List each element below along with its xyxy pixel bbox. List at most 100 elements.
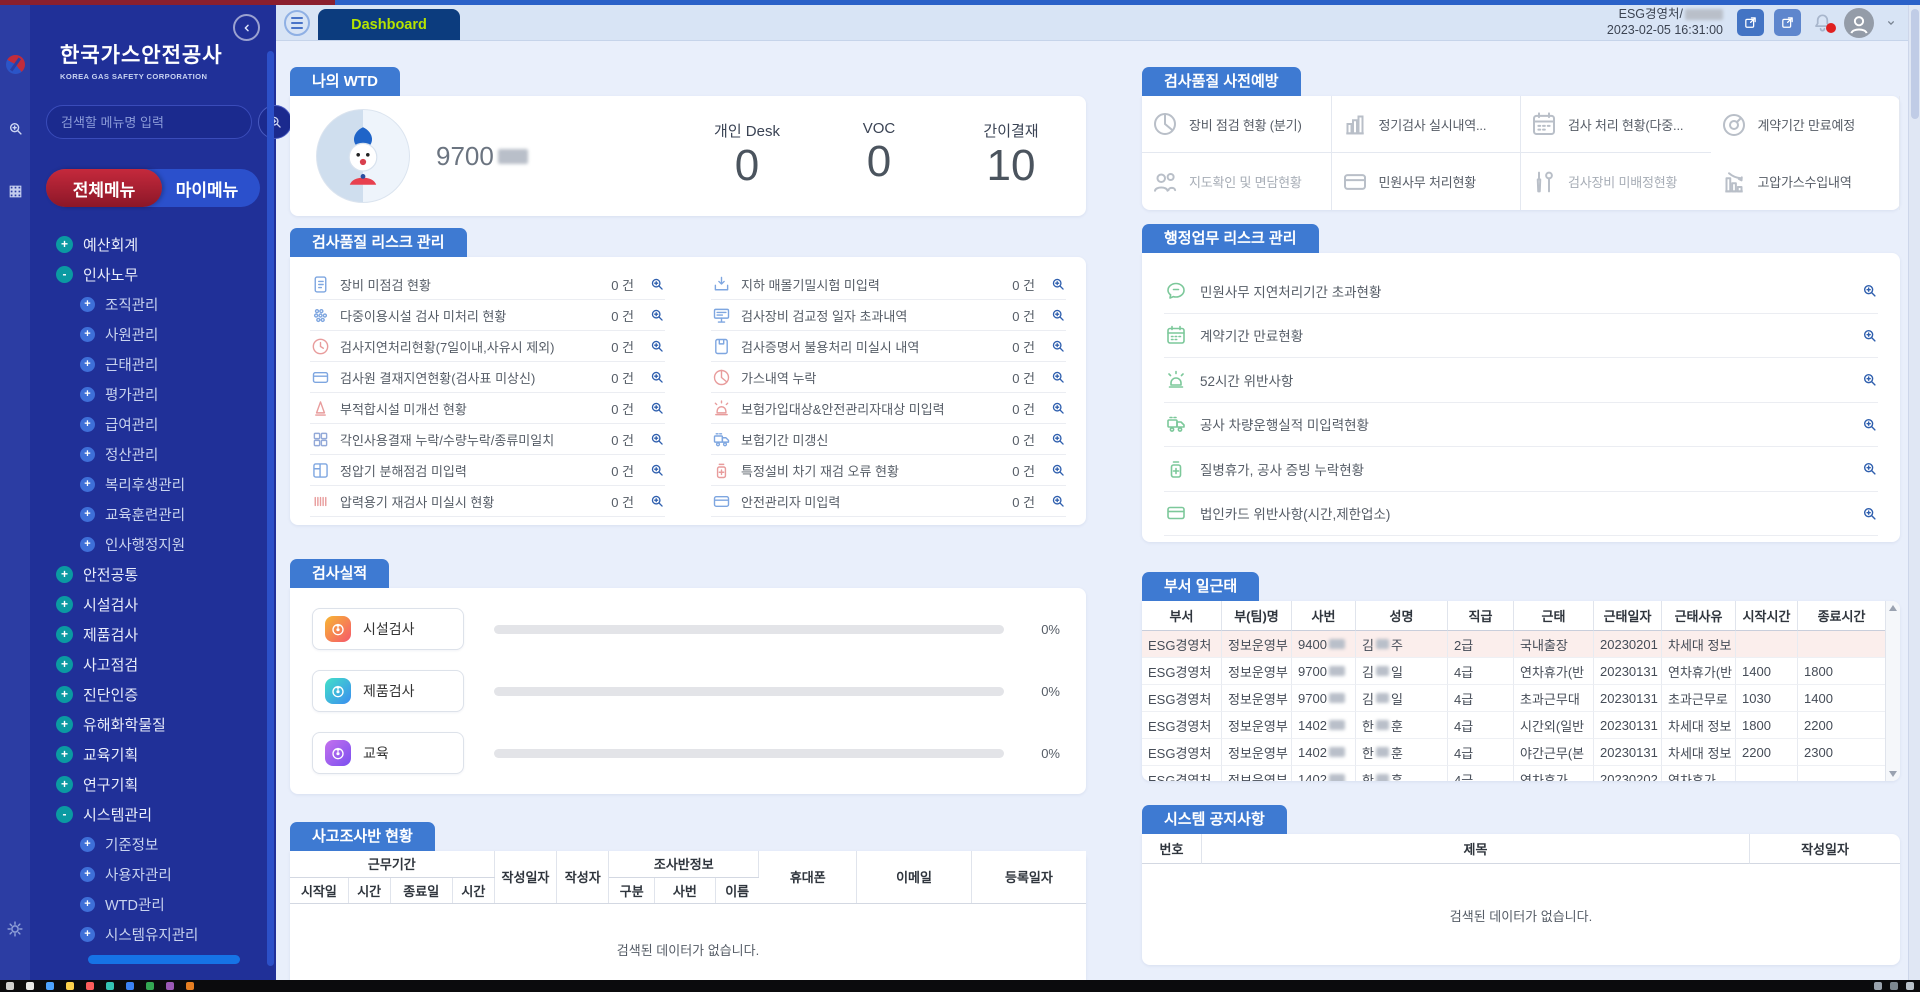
expand-toggle-icon[interactable]: - — [56, 806, 73, 823]
expand-toggle-icon[interactable]: + — [56, 686, 73, 703]
chevron-down-icon[interactable] — [1884, 16, 1898, 30]
attendance-row[interactable]: ESG경영처 정보운영부 1402 한훈 4급 시간외(일반 20230131 … — [1142, 712, 1885, 739]
expand-toggle-icon[interactable]: + — [80, 837, 95, 852]
search-icon[interactable] — [7, 120, 24, 137]
sidebar-menu-item[interactable]: + 진단인증 — [56, 679, 276, 709]
prevention-tile[interactable]: 지도확인 및 면담현황 — [1142, 153, 1332, 210]
expand-toggle-icon[interactable]: + — [80, 327, 95, 342]
sidebar-menu-item[interactable]: + 사용자관리 — [56, 859, 276, 889]
menu-search-input[interactable] — [46, 105, 252, 139]
zoom-detail-button[interactable] — [649, 307, 665, 323]
zoom-detail-button[interactable] — [649, 462, 665, 478]
zoom-detail-button[interactable] — [1050, 307, 1066, 323]
sidebar-menu-item[interactable]: + 급여관리 — [56, 409, 276, 439]
zoom-detail-button[interactable] — [1861, 416, 1878, 433]
table-scrollbar[interactable] — [1885, 601, 1900, 781]
zoom-detail-button[interactable] — [1861, 505, 1878, 522]
sidebar-menu-item[interactable]: + 인사행정지원 — [56, 529, 276, 559]
page-scrollbar-thumb[interactable] — [1911, 9, 1919, 119]
sidebar-menu-item[interactable]: + 교육기획 — [56, 739, 276, 769]
prevention-tile[interactable]: 검사 처리 현황(다중... — [1521, 96, 1711, 153]
sidebar-menu-item[interactable]: + 시스템유지관리 — [56, 919, 276, 949]
performance-category-button[interactable]: 제품검사 — [312, 670, 464, 712]
sidebar-menu-item[interactable]: + 교육훈련관리 — [56, 499, 276, 529]
hamburger-menu-icon[interactable] — [284, 10, 310, 36]
zoom-detail-button[interactable] — [1050, 400, 1066, 416]
expand-toggle-icon[interactable]: + — [80, 447, 95, 462]
zoom-detail-button[interactable] — [1861, 327, 1878, 344]
expand-toggle-icon[interactable]: - — [56, 266, 73, 283]
expand-toggle-icon[interactable]: + — [56, 746, 73, 763]
prevention-tile[interactable]: 민원사무 처리현황 — [1332, 153, 1522, 210]
page-scrollbar[interactable] — [1908, 5, 1920, 980]
performance-category-button[interactable]: 교육 — [312, 732, 464, 774]
performance-category-button[interactable]: 시설검사 — [312, 608, 464, 650]
sidebar-menu-item[interactable]: + 연구기획 — [56, 769, 276, 799]
sidebar-collapse-button[interactable] — [233, 14, 260, 41]
sidebar-menu-item[interactable]: + 사원관리 — [56, 319, 276, 349]
sidebar-menu-item[interactable]: + 유해화학물질 — [56, 709, 276, 739]
sidebar-menu-item[interactable]: + 제품검사 — [56, 619, 276, 649]
expand-toggle-icon[interactable]: + — [56, 656, 73, 673]
zoom-detail-button[interactable] — [1861, 282, 1878, 299]
zoom-detail-button[interactable] — [1050, 493, 1066, 509]
tab-my-menu[interactable]: 마이메뉴 — [154, 169, 260, 207]
stat-value[interactable]: 0 — [844, 137, 914, 188]
zoom-detail-button[interactable] — [649, 431, 665, 447]
expand-toggle-icon[interactable]: + — [56, 716, 73, 733]
zoom-detail-button[interactable] — [649, 400, 665, 416]
sidebar-menu-item[interactable]: + 사고점검 — [56, 649, 276, 679]
expand-toggle-icon[interactable]: + — [56, 626, 73, 643]
sidebar-menu-item[interactable]: + 예산회계 — [56, 229, 276, 259]
avatar[interactable] — [1844, 8, 1874, 38]
prevention-tile[interactable]: 정기검사 실시내역... — [1332, 96, 1522, 153]
prevention-tile[interactable]: 고압가스수입내역 — [1711, 153, 1901, 210]
zoom-detail-button[interactable] — [1861, 371, 1878, 388]
expand-toggle-icon[interactable]: + — [80, 357, 95, 372]
prevention-tile[interactable]: 장비 점검 현황 (분기) — [1142, 96, 1332, 153]
zoom-detail-button[interactable] — [1050, 338, 1066, 354]
zoom-detail-button[interactable] — [1050, 462, 1066, 478]
expand-toggle-icon[interactable]: + — [80, 507, 95, 522]
expand-toggle-icon[interactable]: + — [80, 387, 95, 402]
tab-dashboard[interactable]: Dashboard — [318, 9, 460, 40]
expand-toggle-icon[interactable]: + — [80, 867, 95, 882]
open-window-button[interactable] — [1737, 9, 1764, 36]
expand-toggle-icon[interactable]: + — [80, 477, 95, 492]
sidebar-vertical-scrollbar[interactable] — [267, 51, 274, 966]
expand-toggle-icon[interactable]: + — [80, 417, 95, 432]
expand-toggle-icon[interactable]: + — [80, 927, 95, 942]
zoom-detail-button[interactable] — [649, 493, 665, 509]
expand-toggle-icon[interactable]: + — [80, 537, 95, 552]
apps-grid-icon[interactable] — [7, 183, 24, 200]
attendance-row[interactable]: ESG경영처 정보운영부 9700 김일 4급 연차휴가(반 20230131 … — [1142, 658, 1885, 685]
sidebar-menu-item[interactable]: + 근태관리 — [56, 349, 276, 379]
tab-all-menu[interactable]: 전체메뉴 — [46, 169, 162, 207]
sidebar-menu-item[interactable]: + 기준정보 — [56, 829, 276, 859]
zoom-detail-button[interactable] — [649, 276, 665, 292]
sidebar-menu-item[interactable]: + 정산관리 — [56, 439, 276, 469]
expand-toggle-icon[interactable]: + — [80, 297, 95, 312]
attendance-row[interactable]: ESG경영처 정보운영부 1402 한훈 4급 야간근무(본 20230131 … — [1142, 739, 1885, 766]
zoom-detail-button[interactable] — [1050, 276, 1066, 292]
stat-value[interactable]: 0 — [712, 141, 782, 192]
expand-toggle-icon[interactable]: + — [56, 776, 73, 793]
settings-gear-icon[interactable] — [4, 918, 26, 940]
open-popup-button[interactable] — [1774, 9, 1801, 36]
attendance-row[interactable]: ESG경영처 정보운영부 9400 김주 2급 국내출장 20230201 차세… — [1142, 631, 1885, 658]
expand-toggle-icon[interactable]: + — [56, 566, 73, 583]
zoom-detail-button[interactable] — [1050, 431, 1066, 447]
sidebar-menu-item[interactable]: - 시스템관리 — [56, 799, 276, 829]
attendance-row[interactable]: ESG경영처 정보운영부 1402 한훈 4급 연차휴가 20230202 연차… — [1142, 766, 1885, 781]
scroll-down-arrow[interactable] — [1889, 771, 1897, 777]
zoom-detail-button[interactable] — [649, 338, 665, 354]
scroll-up-arrow[interactable] — [1889, 605, 1897, 611]
sidebar-menu-item[interactable]: + WTD관리 — [56, 889, 276, 919]
zoom-detail-button[interactable] — [649, 369, 665, 385]
sidebar-menu-item[interactable]: + 안전공통 — [56, 559, 276, 589]
zoom-detail-button[interactable] — [1050, 369, 1066, 385]
prevention-tile[interactable]: 계약기간 만료예정 — [1711, 96, 1901, 153]
sidebar-menu-item[interactable]: + 조직관리 — [56, 289, 276, 319]
stat-value[interactable]: 10 — [976, 141, 1046, 192]
expand-toggle-icon[interactable]: + — [56, 236, 73, 253]
